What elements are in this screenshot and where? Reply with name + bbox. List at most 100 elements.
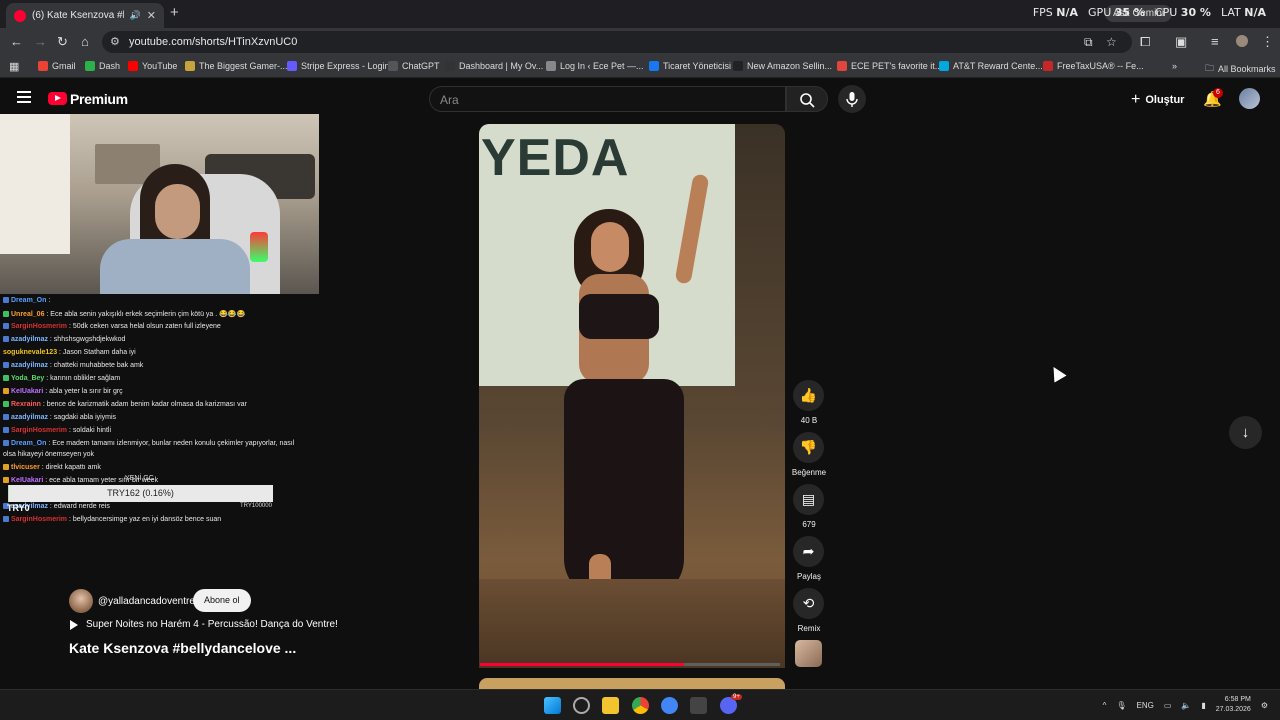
chrome-icon[interactable] [632, 697, 649, 714]
tab-strip: (6) Kate Ksenzova #bellyda 🔊 ✕ + Ask Gem… [0, 0, 1280, 28]
youtube-logo-icon[interactable] [48, 92, 67, 105]
more-bookmarks-icon[interactable]: » [1172, 61, 1177, 71]
bookmark-item[interactable]: YouTube [128, 61, 177, 71]
bookmark-item[interactable]: The Biggest Gamer-... [185, 61, 288, 71]
dislike-button[interactable]: 👎 [793, 432, 824, 463]
sound-link[interactable]: Super Noites no Harém 4 - Percussão! Dan… [70, 619, 338, 630]
browser-tab[interactable]: (6) Kate Ksenzova #bellyda 🔊 ✕ [6, 3, 164, 28]
chat-username: azadyilmaz [11, 414, 48, 421]
address-bar[interactable]: ⚙ youtube.com/shorts/HTinXzvnUC0 ⧉ ☆ [102, 31, 1132, 53]
chat-username: Dream_On [11, 297, 47, 304]
bookmark-item[interactable]: ECE PET's favorite it... [837, 61, 942, 71]
bookmark-star-icon[interactable]: ☆ [1106, 35, 1117, 49]
notification-center-icon[interactable]: ⚙ [1261, 701, 1268, 710]
tax-icon [1043, 61, 1053, 71]
search-input[interactable]: Ara [429, 86, 786, 112]
speaker-icon[interactable]: 🔊 [130, 10, 141, 21]
forward-arrow-icon[interactable]: → [34, 34, 47, 49]
app-icon[interactable] [690, 697, 707, 714]
bookmark-item[interactable]: Gmail [38, 61, 76, 71]
youtube-premium-wordmark[interactable]: Premium [70, 91, 128, 107]
bookmark-item[interactable]: New Amazon Sellin... [733, 61, 832, 71]
bookmark-label: YouTube [142, 61, 178, 71]
voice-search-button[interactable] [838, 85, 866, 113]
clock[interactable]: 6:58 PM 27.03.2026 [1216, 695, 1251, 715]
remix-button[interactable]: ⟲ [793, 588, 824, 619]
chevron-up-icon[interactable]: ^ [1103, 701, 1107, 710]
tab-title: (6) Kate Ksenzova #bellyda [32, 10, 124, 21]
chat-username: azadyilmaz [11, 362, 48, 369]
bookmark-item[interactable]: Dash [85, 61, 120, 71]
apps-grid-icon[interactable]: ▦ [9, 60, 19, 73]
home-icon[interactable]: ⌂ [81, 34, 89, 49]
network-icon[interactable]: ▭ [1164, 701, 1172, 710]
plus-icon: + [1131, 91, 1141, 108]
chat-message: SarginHosmerim : 50dk ceken varsa helal … [3, 323, 221, 330]
channel-avatar[interactable] [69, 589, 93, 613]
comment-count: 679 [802, 520, 816, 529]
bookmark-item[interactable]: ChatGPT [388, 61, 440, 71]
channel-name[interactable]: @yalladancadoventre [98, 596, 195, 607]
close-tab-icon[interactable]: ✕ [147, 9, 156, 22]
share-label: Paylaş [796, 572, 821, 581]
dancer-costume-top [579, 294, 659, 339]
hamburger-menu-icon[interactable] [17, 91, 31, 103]
video-progress-bar[interactable] [480, 663, 780, 666]
reload-icon[interactable]: ↻ [57, 34, 68, 50]
dancer-skirt [564, 379, 684, 599]
like-button[interactable]: 👍 [793, 380, 824, 411]
account-avatar[interactable] [1239, 88, 1260, 109]
bookmark-item[interactable]: Ticaret Yöneticisi [649, 61, 731, 71]
microphone-tray-icon[interactable]: 🎙 [1116, 701, 1126, 710]
chatgpt-icon [388, 61, 398, 71]
thumbs-up-icon: 👍 [799, 387, 818, 403]
all-bookmarks-button[interactable]: 🗀 All Bookmarks [1205, 61, 1276, 77]
next-video-button[interactable]: ↓ [1229, 416, 1262, 449]
url-text[interactable]: youtube.com/shorts/HTinXzvnUC0 [129, 36, 297, 48]
chat-text: olsa hikayeyi önemseyen yok [3, 451, 95, 458]
windows-start-icon[interactable] [544, 697, 561, 714]
volume-icon[interactable]: 🔈 [1181, 701, 1191, 710]
video-title[interactable]: Kate Ksenzova #bellydancelove ... [69, 640, 296, 656]
bookmark-item[interactable]: Log In ‹ Ece Pet —... [546, 61, 644, 71]
install-app-icon[interactable]: ⧉ [1084, 35, 1093, 50]
chat-text: : shhshsgwgshdjekwkod [49, 336, 126, 343]
bookmark-item[interactable]: AT&T Reward Cente... [939, 61, 1043, 71]
bookmark-item[interactable]: Dashboard | My Ov... [445, 61, 543, 71]
search-button[interactable] [786, 86, 828, 112]
chat-username: soguknevale123 [3, 349, 58, 356]
back-arrow-icon[interactable]: ← [10, 34, 23, 49]
bookmark-item[interactable]: FreeTaxUSA® -- Fe... [1043, 61, 1144, 71]
app-circle-icon[interactable] [573, 697, 590, 714]
subscribe-button[interactable]: Abone ol [193, 589, 251, 612]
media-controls-icon[interactable]: ≡ [1211, 34, 1219, 49]
shorts-video-player[interactable]: YEDA [479, 124, 785, 668]
sound-thumbnail[interactable] [795, 640, 822, 667]
chat-message: SarginHosmerim : bellydancersimge yaz en… [3, 516, 221, 523]
extensions-icon[interactable]: ⧠ [1140, 34, 1150, 50]
clock-time: 6:58 PM [1224, 696, 1251, 703]
bookmark-item[interactable]: Stripe Express - Login [287, 61, 390, 71]
comments-button[interactable]: ▤ [793, 484, 824, 515]
youtube-favicon-icon [14, 9, 26, 22]
google-icon[interactable] [661, 697, 678, 714]
dislike-label: Beğenme [791, 468, 827, 477]
new-tab-button[interactable]: + [170, 4, 179, 21]
share-button[interactable]: ➦ [793, 536, 824, 567]
chat-message: Yoda_Bey : karının oblikler sağlam [3, 375, 120, 382]
chat-text: : bence de karizmatik adam benim kadar o… [42, 401, 247, 408]
profile-avatar-icon[interactable] [1236, 35, 1248, 47]
microphone-icon [846, 92, 858, 107]
language-indicator[interactable]: ENG [1137, 701, 1154, 710]
site-info-icon[interactable]: ⚙ [110, 35, 120, 48]
chat-message: azadyilmaz : shhshsgwgshdjekwkod [3, 336, 125, 343]
dash-icon [85, 61, 95, 71]
file-explorer-icon[interactable] [602, 697, 619, 714]
battery-icon[interactable]: ▮ [1201, 701, 1205, 710]
create-button[interactable]: + Oluştur [1131, 91, 1184, 109]
kebab-menu-icon[interactable]: ⋮ [1261, 34, 1274, 50]
wordpress-icon [546, 61, 556, 71]
bookmark-label: The Biggest Gamer-... [199, 61, 288, 71]
meta-icon [649, 61, 659, 71]
sidepanel-icon[interactable]: ▣ [1175, 34, 1187, 50]
